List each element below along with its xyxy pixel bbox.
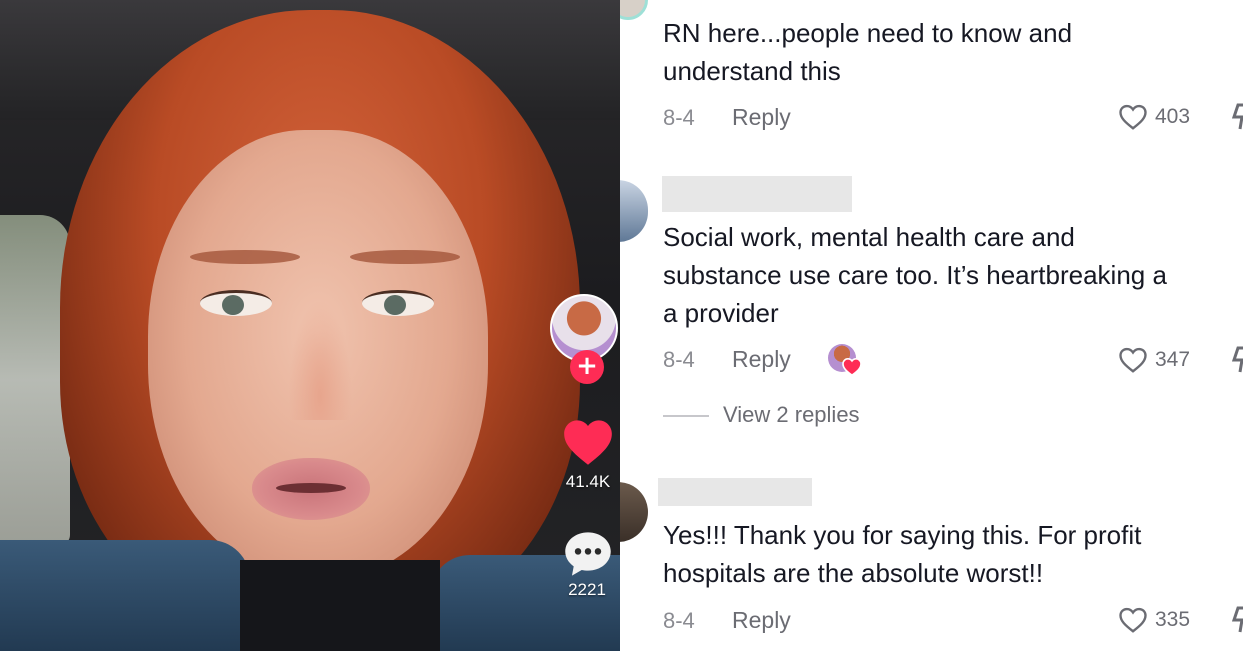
- username-redacted: [658, 478, 812, 506]
- reply-button[interactable]: Reply: [732, 346, 791, 373]
- creator-liked-badge: [828, 344, 862, 378]
- commenter-avatar[interactable]: [620, 180, 648, 242]
- reply-button[interactable]: Reply: [732, 104, 791, 131]
- commenter-avatar[interactable]: [620, 0, 648, 20]
- heart-icon[interactable]: [562, 418, 614, 466]
- video-subject-nose: [288, 300, 352, 420]
- comment-like-count: 403: [1155, 105, 1191, 128]
- comment-date: 8-4: [663, 608, 695, 633]
- dislike-icon[interactable]: [1232, 606, 1243, 634]
- view-replies-divider: [663, 415, 709, 417]
- creator-avatar-button[interactable]: +: [550, 294, 618, 384]
- comment-bubble-icon[interactable]: [562, 528, 614, 580]
- follow-plus-icon[interactable]: +: [570, 350, 604, 384]
- heart-icon: [842, 358, 862, 376]
- video-subject-brow: [190, 250, 300, 264]
- comments-panel: RN here...people need to know and unders…: [620, 0, 1243, 651]
- comment-date: 8-4: [663, 105, 695, 130]
- view-replies-button[interactable]: View 2 replies: [723, 402, 860, 428]
- comment-text: Yes!!! Thank you for saying this. For pr…: [663, 520, 1142, 588]
- comment-text: Social work, mental health care and subs…: [663, 222, 1167, 328]
- video-subject-eye: [200, 290, 272, 316]
- video-subject-eye: [362, 290, 434, 316]
- video-subject-mouth: [252, 458, 370, 520]
- video-subject-shirt: [240, 560, 440, 651]
- like-count: 41.4K: [565, 472, 611, 491]
- heart-outline-icon[interactable]: [1118, 346, 1148, 374]
- comment-date: 8-4: [663, 347, 695, 372]
- video-player[interactable]: + 41.4K 2221: [0, 0, 620, 651]
- dislike-icon[interactable]: [1232, 103, 1243, 131]
- video-subject-jacket: [0, 540, 250, 651]
- video-subject-brow: [350, 250, 460, 264]
- username-redacted: [662, 176, 852, 212]
- heart-outline-icon[interactable]: [1118, 606, 1148, 634]
- reply-button[interactable]: Reply: [732, 607, 791, 634]
- commenter-avatar[interactable]: [620, 482, 648, 542]
- dislike-icon[interactable]: [1232, 346, 1243, 374]
- comment-text: RN here...people need to know and unders…: [663, 18, 1073, 86]
- comment-count: 2221: [568, 580, 606, 599]
- heart-outline-icon[interactable]: [1118, 103, 1148, 131]
- comment-like-count: 347: [1155, 348, 1191, 371]
- comment-like-count: 335: [1155, 608, 1191, 631]
